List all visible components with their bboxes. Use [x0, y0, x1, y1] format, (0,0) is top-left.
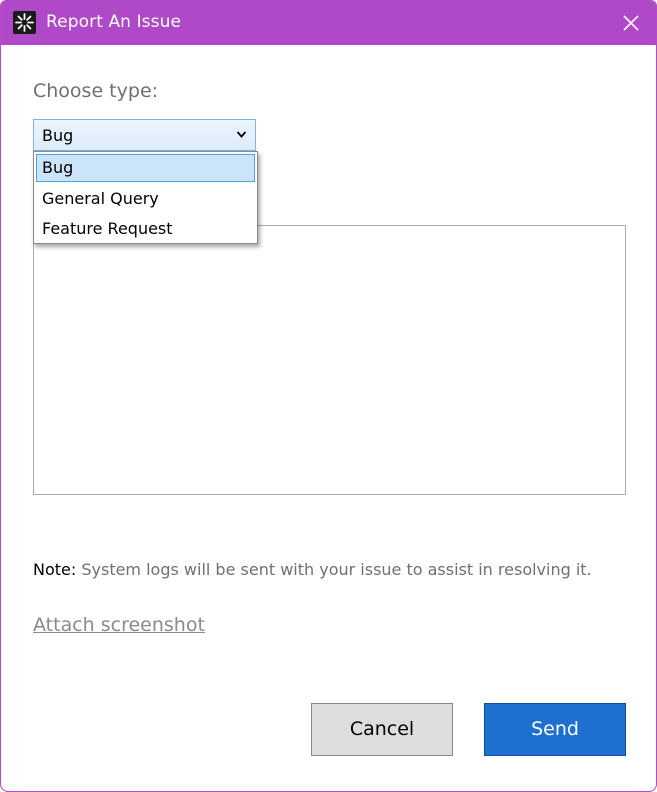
type-select-value: Bug [42, 126, 74, 145]
close-button[interactable] [606, 1, 656, 45]
type-dropdown-list: Bug General Query Feature Request [33, 151, 258, 244]
note-message: System logs will be sent with your issue… [76, 560, 592, 579]
description-textarea[interactable] [33, 225, 626, 495]
note-label: Note: [33, 560, 77, 579]
chevron-down-icon [236, 131, 247, 138]
send-button[interactable]: Send [484, 703, 626, 756]
report-issue-dialog: Report An Issue Choose type: Bug Bug Gen… [0, 0, 657, 792]
note-text: Note: System logs will be sent with your… [33, 560, 592, 579]
type-select[interactable]: Bug [33, 119, 256, 151]
app-logo-icon [13, 11, 36, 34]
window-title: Report An Issue [46, 12, 182, 32]
title-bar[interactable]: Report An Issue [1, 1, 656, 45]
close-icon [623, 15, 639, 31]
option-bug[interactable]: Bug [36, 154, 255, 182]
attach-screenshot-link[interactable]: Attach screenshot [33, 614, 205, 636]
cancel-button[interactable]: Cancel [311, 703, 453, 756]
option-general-query[interactable]: General Query [36, 185, 255, 213]
choose-type-label: Choose type: [33, 80, 159, 102]
option-feature-request[interactable]: Feature Request [36, 215, 255, 243]
